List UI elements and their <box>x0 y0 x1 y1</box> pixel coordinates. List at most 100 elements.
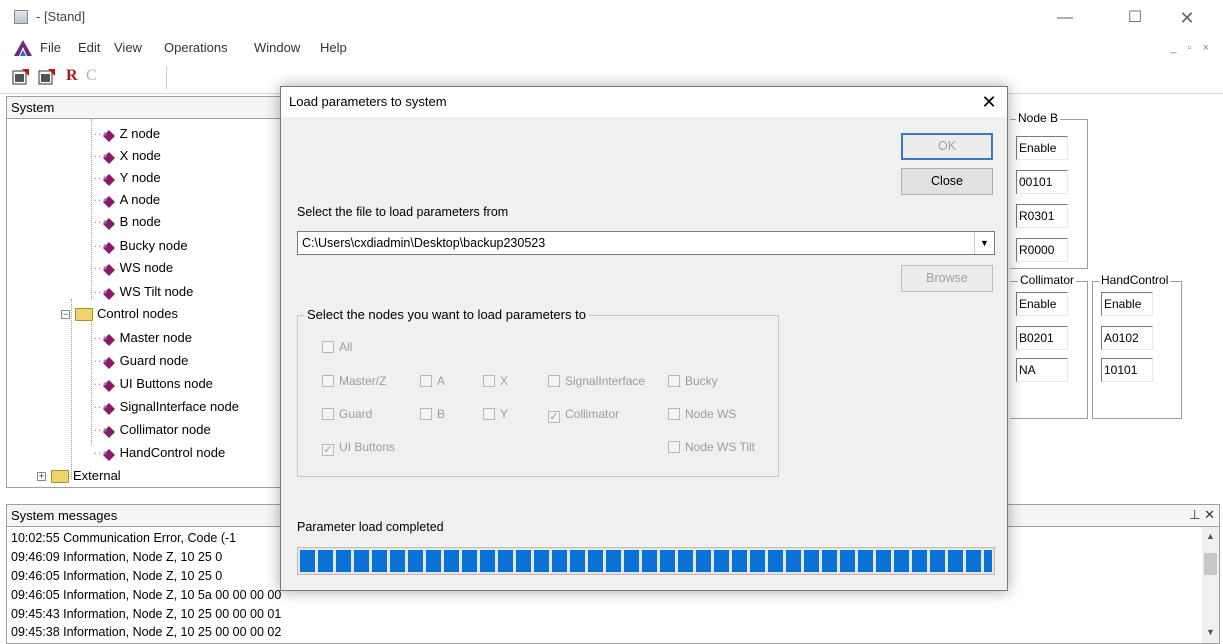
tree-label: HandControl node <box>119 445 226 460</box>
close-button[interactable]: Close <box>901 168 993 195</box>
collapse-icon[interactable]: − <box>61 310 70 320</box>
node-icon <box>102 424 116 438</box>
checkbox-y[interactable]: Y <box>483 407 508 421</box>
tree-label: WS Tilt node <box>119 284 194 299</box>
menu-file[interactable]: File <box>40 40 61 55</box>
save-parameters-icon[interactable] <box>38 68 56 86</box>
messages-scrollbar[interactable]: ▲ ▼ <box>1202 527 1219 643</box>
tree-item-a-node[interactable]: ·· A node <box>93 189 160 211</box>
checkbox-box <box>420 408 432 420</box>
checkbox-guard[interactable]: Guard <box>322 407 372 421</box>
node-icon <box>102 262 116 276</box>
checkbox-ui-buttons[interactable]: ✓ UI Buttons <box>322 440 395 456</box>
messages-panel-controls[interactable]: ⊥ ✕ <box>1189 507 1215 523</box>
checkbox-box <box>668 408 680 420</box>
collimator-label: Collimator <box>1018 273 1077 287</box>
node-b-rev-field[interactable]: R0301 <box>1016 204 1068 228</box>
checkmark-icon: ✓ <box>322 444 334 456</box>
checkbox-master-z[interactable]: Master/Z <box>322 374 386 388</box>
tree-folder-control-nodes[interactable]: − Control nodes <box>61 303 178 325</box>
collimator-id-field[interactable]: B0201 <box>1016 326 1068 350</box>
expand-icon[interactable]: + <box>37 472 46 482</box>
tree-item-signalinterface-node[interactable]: ·· SignalInterface node <box>93 396 239 418</box>
window-titlebar: - [Stand] — ☐ ✕ <box>0 0 1223 36</box>
file-path-combobox[interactable]: C:\Users\cxdiadmin\Desktop\backup230523 … <box>297 231 995 255</box>
menu-help[interactable]: Help <box>320 40 347 55</box>
browse-button[interactable]: Browse <box>901 265 993 292</box>
minimize-button[interactable]: — <box>1050 6 1080 30</box>
checkbox-box <box>548 375 560 387</box>
scroll-up-icon[interactable]: ▲ <box>1206 531 1215 541</box>
tree-label: X node <box>119 148 161 163</box>
checkbox-all[interactable]: All <box>322 340 352 354</box>
node-icon <box>102 150 116 164</box>
tree-item-master-node[interactable]: ·· Master node <box>93 327 192 349</box>
checkbox-node-ws-tilt[interactable]: Node WS Tilt <box>668 440 755 454</box>
handcontrol-enable-field[interactable]: Enable <box>1101 292 1153 316</box>
tree-item-x-node[interactable]: ·· X node <box>93 145 161 167</box>
toolbar-c-button[interactable]: C <box>86 67 97 85</box>
checkbox-box <box>668 375 680 387</box>
node-b-enable-field[interactable]: Enable <box>1016 136 1068 160</box>
message-line: 09:45:38 Information, Node Z, 10 25 00 0… <box>11 625 282 639</box>
tree-folder-external[interactable]: + External <box>37 465 121 487</box>
checkbox-collimator[interactable]: ✓ Collimator <box>548 407 619 423</box>
menu-view[interactable]: View <box>114 40 142 55</box>
tree-item-collimator-node[interactable]: ·· Collimator node <box>93 419 211 441</box>
folder-icon <box>75 308 93 322</box>
message-line: 10:02:55 Communication Error, Code (-1 <box>11 531 237 545</box>
load-parameters-icon[interactable] <box>12 68 30 86</box>
checkbox-b[interactable]: B <box>420 407 445 421</box>
tree-item-y-node[interactable]: ·· Y node <box>93 167 161 189</box>
node-b-label: Node B <box>1016 111 1061 125</box>
checkbox-node-ws[interactable]: Node WS <box>668 407 736 421</box>
dialog-close-icon[interactable]: ✕ <box>975 89 1003 115</box>
maximize-button[interactable]: ☐ <box>1120 6 1150 30</box>
node-b-group: Node B Enable 00101 R0301 R0000 <box>1010 111 1088 269</box>
collimator-enable-field[interactable]: Enable <box>1016 292 1068 316</box>
checkbox-box <box>322 408 334 420</box>
handcontrol-rev-field[interactable]: 10101 <box>1101 358 1153 382</box>
menu-window[interactable]: Window <box>254 40 300 55</box>
handcontrol-id-field[interactable]: A0102 <box>1101 326 1153 350</box>
menu-operations[interactable]: Operations <box>164 40 228 55</box>
load-parameters-dialog: Load parameters to system ✕ OK Close Sel… <box>280 86 1008 591</box>
node-icon <box>102 401 116 415</box>
menu-bar: File Edit View Operations Window Help _ … <box>0 36 1223 62</box>
window-title: - [Stand] <box>36 9 86 24</box>
checkbox-a[interactable]: A <box>420 374 445 388</box>
scrollbar-thumb[interactable] <box>1204 553 1217 575</box>
toolbar-r-button[interactable]: R <box>66 67 78 85</box>
menu-edit[interactable]: Edit <box>78 40 100 55</box>
node-icon <box>102 128 116 142</box>
mdi-window-controls[interactable]: _ ▫ × <box>1170 42 1213 54</box>
collimator-rev-field[interactable]: NA <box>1016 358 1068 382</box>
tree-label: Collimator node <box>119 422 211 437</box>
scroll-down-icon[interactable]: ▼ <box>1206 627 1215 637</box>
tree-item-guard-node[interactable]: ·· Guard node <box>93 350 188 372</box>
chevron-down-icon[interactable]: ▼ <box>974 232 994 254</box>
checkbox-x[interactable]: X <box>483 374 508 388</box>
message-line: 09:46:05 Information, Node Z, 10 25 0 <box>11 569 223 583</box>
tree-item-b-node[interactable]: ·· B node <box>93 211 161 233</box>
tree-item-ws-node[interactable]: ·· WS node <box>93 257 173 279</box>
node-b-code-field[interactable]: R0000 <box>1016 238 1068 262</box>
node-b-id-field[interactable]: 00101 <box>1016 170 1068 194</box>
tree-item-ws-tilt-node[interactable]: ·· WS Tilt node <box>93 281 193 303</box>
nodes-group-label: Select the nodes you want to load parame… <box>304 307 589 322</box>
window-close-button[interactable]: ✕ <box>1172 6 1202 30</box>
checkbox-signalinterface[interactable]: SignalInterface <box>548 374 645 388</box>
checkbox-bucky[interactable]: Bucky <box>668 374 718 388</box>
tree-item-z-node[interactable]: ·· Z node <box>93 123 160 145</box>
node-icon <box>102 378 116 392</box>
checkbox-box <box>322 341 334 353</box>
file-path-value: C:\Users\cxdiadmin\Desktop\backup230523 <box>302 236 546 250</box>
tree-item-ui-buttons-node[interactable]: ·· UI Buttons node <box>93 373 213 395</box>
tree-item-bucky-node[interactable]: ·· Bucky node <box>93 235 188 257</box>
nodes-selection-group: Select the nodes you want to load parame… <box>297 307 779 477</box>
ok-button[interactable]: OK <box>901 133 993 160</box>
tree-label: Master node <box>119 330 192 345</box>
tree-label: WS node <box>119 260 174 275</box>
checkbox-box <box>420 375 432 387</box>
tree-item-handcontrol-node[interactable]: ·· HandControl node <box>93 442 225 464</box>
